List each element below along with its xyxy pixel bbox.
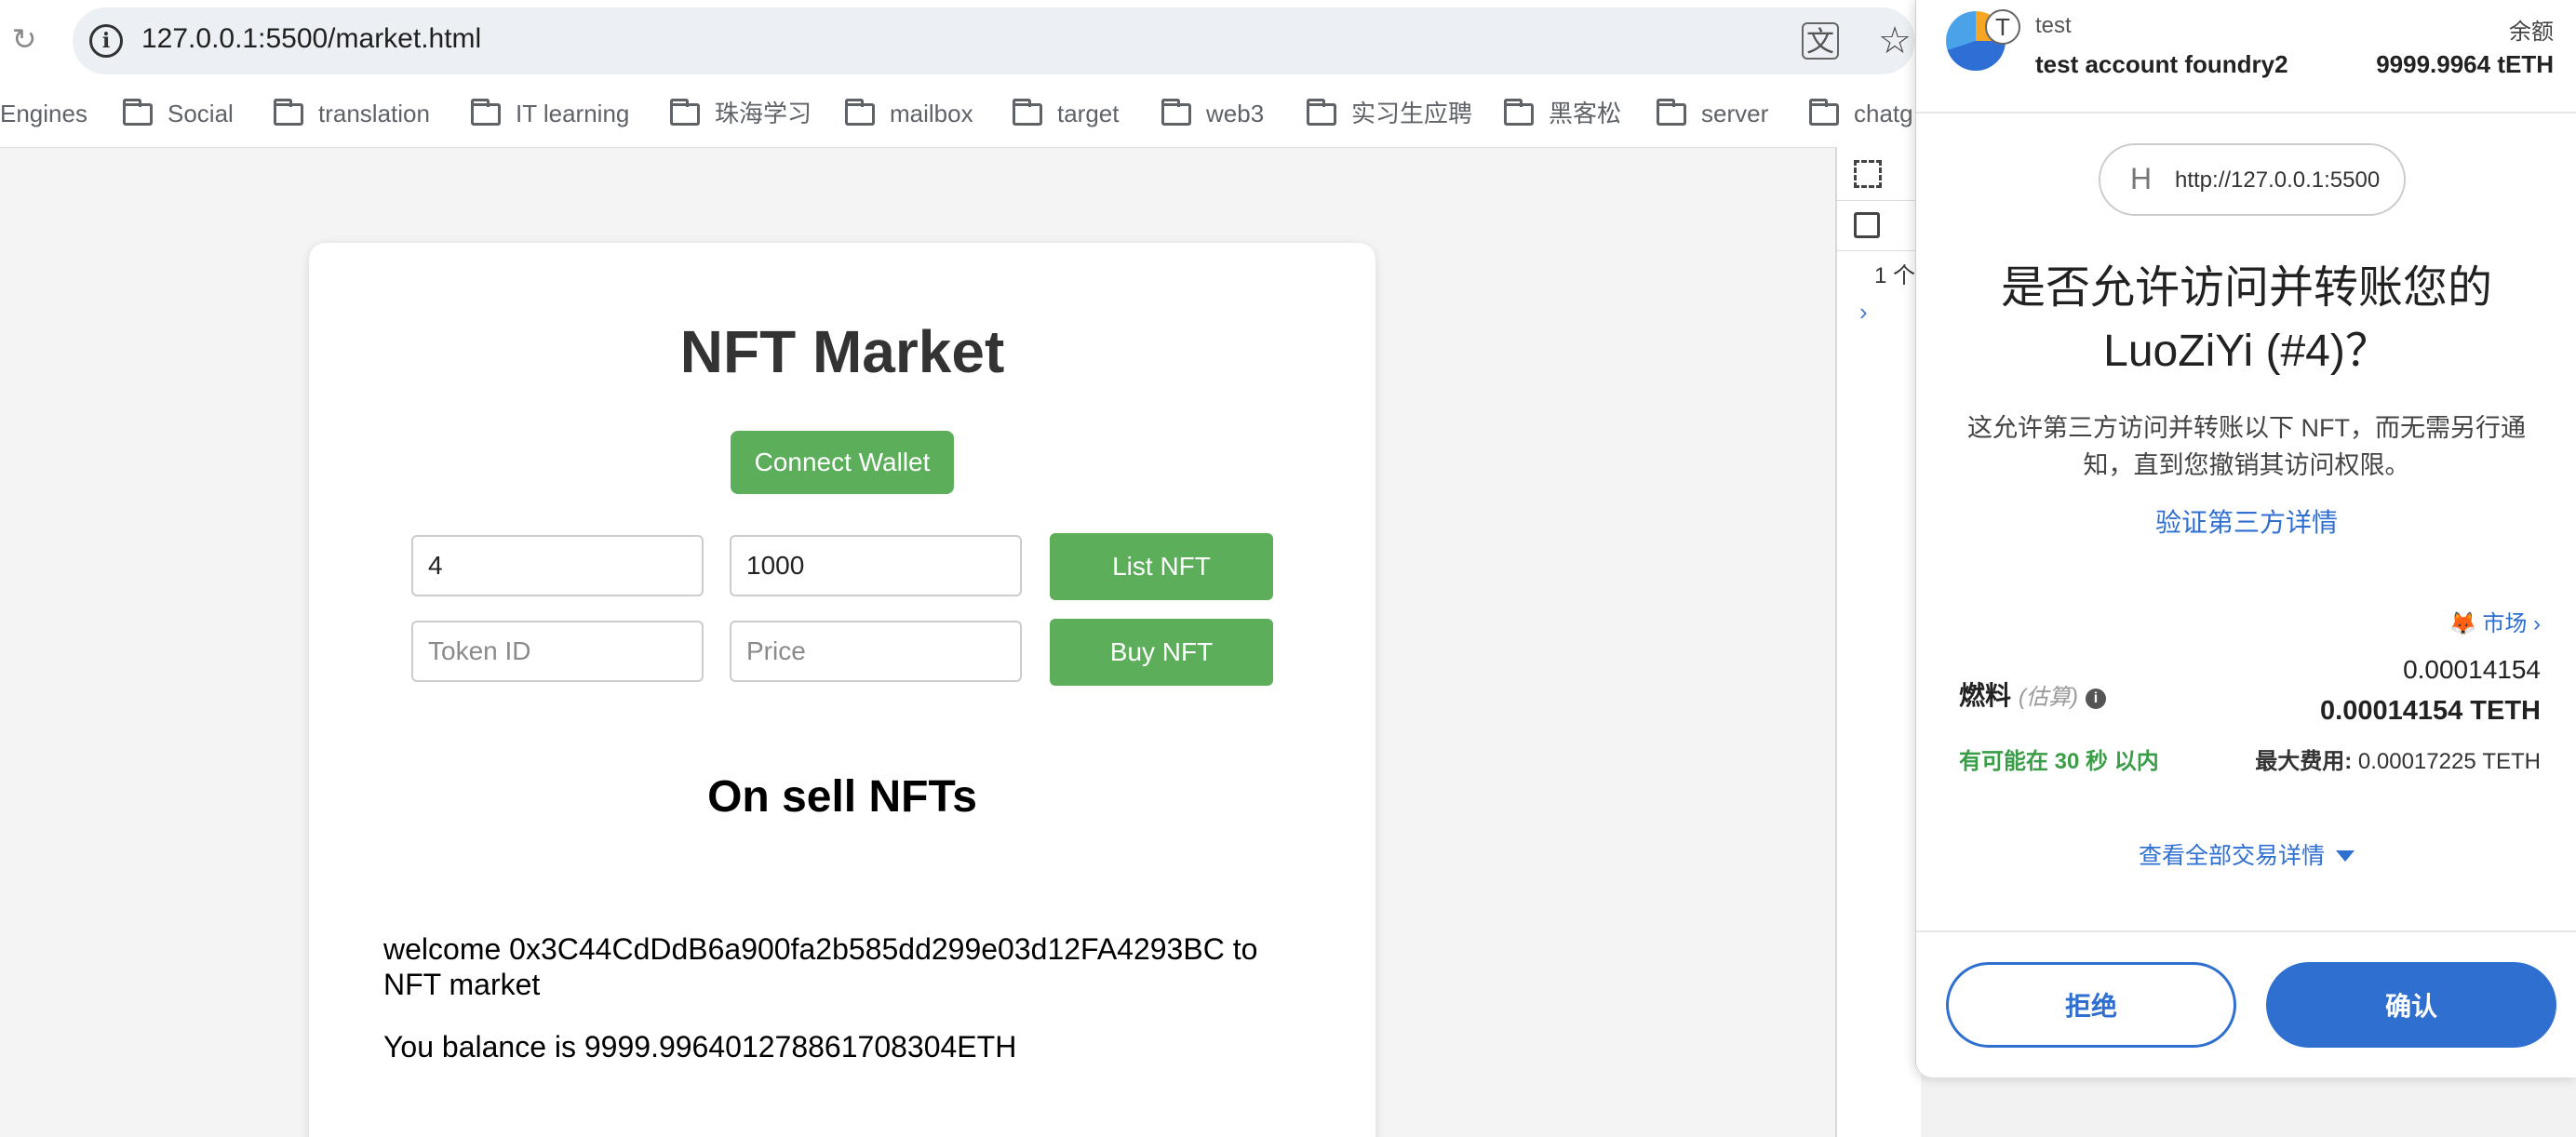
approval-title: 是否允许访问并转账您的 LuoZiYi (#4)？ xyxy=(2000,263,2492,376)
approval-description: 这允许第三方访问并转账以下 NFT，而无需另行通知，直到您撤销其访问权限。 xyxy=(1967,414,2526,479)
bookmark-folder[interactable]: 实习生应聘 xyxy=(1307,95,1472,132)
site-initial-icon: H xyxy=(2130,162,2153,195)
time-estimate: 有可能在 30 秒 以内 xyxy=(1959,749,2159,774)
bookmark-folder[interactable]: mailbox xyxy=(845,95,973,132)
bookmark-label: 珠海学习 xyxy=(715,100,812,127)
info-icon[interactable]: i xyxy=(2086,689,2106,709)
buy-token-id-input[interactable] xyxy=(411,621,704,682)
folder-icon xyxy=(471,99,501,126)
balance-value: 9999.9964 tETH xyxy=(2376,50,2554,78)
network-badge: T xyxy=(1985,9,2020,45)
console-prompt-chevron-icon[interactable]: › xyxy=(1859,298,1868,327)
bookmark-label: mailbox xyxy=(890,100,973,127)
devtools-console-toolbar xyxy=(1837,201,1923,251)
market-link[interactable]: 🦊 市场 › xyxy=(2449,605,2541,637)
buy-nft-button[interactable]: Buy NFT xyxy=(1050,619,1273,686)
folder-icon xyxy=(670,99,700,126)
list-nft-button[interactable]: List NFT xyxy=(1050,533,1273,600)
details-link-label: 查看全部交易详情 xyxy=(2138,843,2325,869)
bookmark-folder[interactable]: web3 xyxy=(1161,95,1264,132)
bookmark-label: chatg xyxy=(1854,100,1913,127)
site-origin-url: http://127.0.0.1:5500 xyxy=(2175,167,2381,193)
bookmark-label: 实习生应聘 xyxy=(1351,100,1473,127)
bookmark-label: Engines xyxy=(0,100,87,127)
bookmark-folder[interactable]: translation xyxy=(274,95,430,132)
metamask-fox-icon: 🦊 xyxy=(2449,611,2477,636)
buy-price-input[interactable] xyxy=(730,621,1022,682)
verify-third-party-link[interactable]: 验证第三方详情 xyxy=(1916,502,2576,540)
bookmark-folder[interactable]: 黑客松 xyxy=(1504,95,1621,132)
bookmark-label: target xyxy=(1057,100,1120,127)
element-select-icon[interactable] xyxy=(1854,160,1882,188)
confirm-button[interactable]: 确认 xyxy=(2266,962,2556,1048)
max-fee-value: 0.00017225 TETH xyxy=(2357,749,2541,774)
bookmark-label: server xyxy=(1701,100,1769,127)
welcome-message: welcome 0x3C44CdDdB6a900fa2b585dd299e03d… xyxy=(383,932,1258,1001)
folder-icon xyxy=(1013,99,1042,126)
folder-icon xyxy=(1307,99,1336,126)
bookmark-label: translation xyxy=(318,100,430,127)
metamask-popup: T test test account foundry2 余额 9999.996… xyxy=(1915,0,2576,1077)
bookmark-folder[interactable]: Social xyxy=(123,95,234,132)
market-card: NFT Market Connect Wallet List NFT Buy N… xyxy=(309,243,1375,1137)
gas-estimate-label: (估算) xyxy=(2019,685,2078,710)
devtools-toolbar xyxy=(1837,147,1923,201)
folder-icon xyxy=(123,99,153,126)
divider xyxy=(1916,112,2576,114)
site-info-icon[interactable]: i xyxy=(89,24,123,58)
console-message-count: 1 个 xyxy=(1874,263,1916,288)
account-short-name: test xyxy=(2035,13,2072,38)
reload-icon[interactable]: ↻ xyxy=(9,24,39,54)
bookmark-label: 黑客松 xyxy=(1549,100,1622,127)
sidebar-toggle-icon[interactable] xyxy=(1854,212,1880,238)
address-bar[interactable]: i 127.0.0.1:5500/market.html 文 ☆ xyxy=(73,7,1915,74)
gas-fee-teth: 0.00014154 TETH xyxy=(2320,696,2541,726)
max-fee-label: 最大费用: xyxy=(2255,749,2353,774)
gas-label-text: 燃料 xyxy=(1959,681,2012,710)
list-token-id-input[interactable] xyxy=(411,535,704,596)
bookmark-folder[interactable]: target xyxy=(1013,95,1120,132)
page-title: NFT Market xyxy=(679,318,1005,385)
bookmark-star-icon[interactable]: ☆ xyxy=(1874,20,1915,61)
bookmarks-bar: Engines Social translation IT learning 珠… xyxy=(0,82,1917,147)
balance-label: 余额 xyxy=(2509,20,2554,45)
list-price-input[interactable] xyxy=(730,535,1022,596)
divider xyxy=(1916,930,2576,932)
bookmark-folder[interactable]: 珠海学习 xyxy=(670,95,812,132)
bookmark-item[interactable]: Engines xyxy=(0,95,87,132)
site-origin-pill: H http://127.0.0.1:5500 xyxy=(2099,143,2406,216)
url-text[interactable]: 127.0.0.1:5500/market.html xyxy=(141,23,481,55)
bookmark-folder[interactable]: server xyxy=(1657,95,1768,132)
bookmark-label: IT learning xyxy=(516,100,630,127)
max-fee: 最大费用: 0.00017225 TETH xyxy=(2255,742,2541,775)
folder-icon xyxy=(845,99,875,126)
connect-wallet-button[interactable]: Connect Wallet xyxy=(731,431,954,494)
bookmark-label: Social xyxy=(168,100,234,127)
market-link-label: 市场 xyxy=(2482,611,2528,636)
folder-icon xyxy=(274,99,303,126)
gas-fee-eth: 0.00014154 xyxy=(2403,655,2541,684)
folder-icon xyxy=(1161,99,1191,126)
gas-fee-label: 燃料 (估算) i xyxy=(1959,676,2106,713)
folder-icon xyxy=(1809,99,1839,126)
folder-icon xyxy=(1504,99,1534,126)
bookmark-label: web3 xyxy=(1206,100,1265,127)
account-name: test account foundry2 xyxy=(2035,50,2288,78)
reject-button[interactable]: 拒绝 xyxy=(1946,962,2236,1048)
balance-message: You balance is 9999.996401278861708304ET… xyxy=(383,1030,1017,1063)
caret-down-icon xyxy=(2336,850,2355,862)
devtools-panel: 1 个 › xyxy=(1835,147,1923,1137)
page-viewport: NFT Market Connect Wallet List NFT Buy N… xyxy=(0,147,1835,1137)
translate-icon[interactable]: 文 xyxy=(1802,22,1839,60)
view-all-details-link[interactable]: 查看全部交易详情 xyxy=(1916,837,2576,871)
bookmark-folder[interactable]: IT learning xyxy=(471,95,629,132)
on-sell-heading: On sell NFTs xyxy=(707,772,977,822)
bookmark-folder[interactable]: chatg xyxy=(1809,95,1913,132)
folder-icon xyxy=(1657,99,1686,126)
